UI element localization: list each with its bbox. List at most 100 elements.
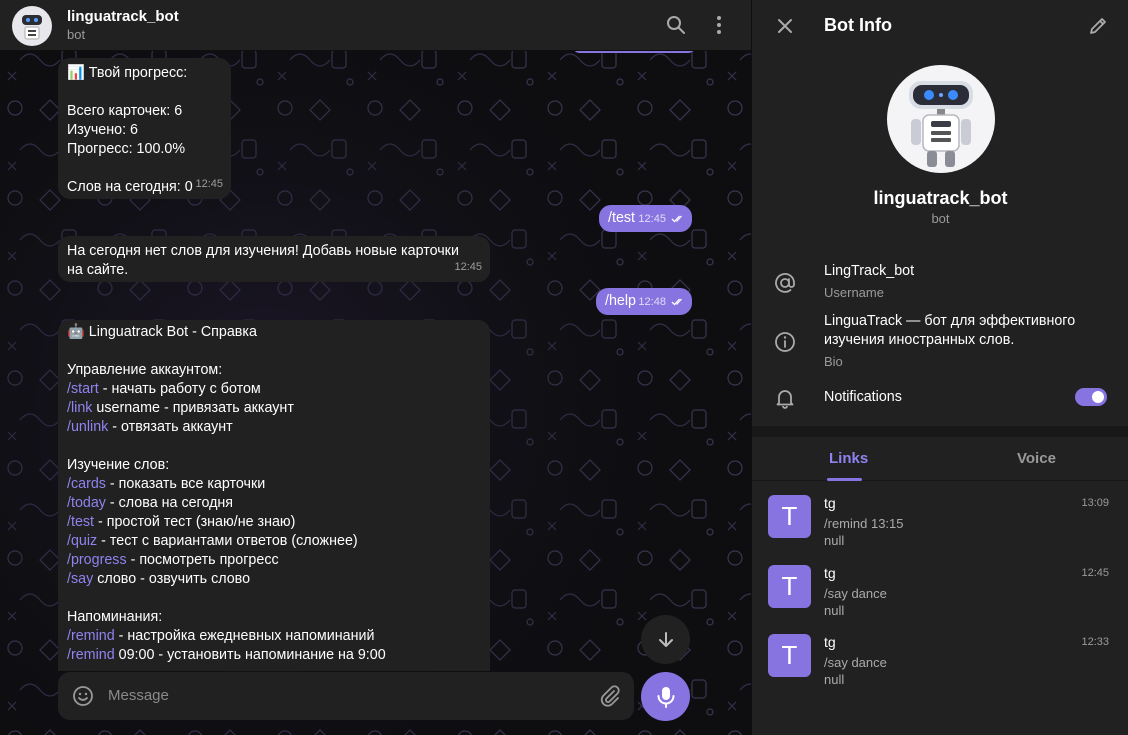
message-bubble-incoming: 📊 Твой прогресс: Всего карточек: 6 Изуче… — [58, 58, 231, 199]
chat-header: linguatrack_bot bot — [0, 0, 751, 51]
message-time: 12:45 — [195, 178, 223, 190]
command-desc: - настройка ежедневных напоминаний — [114, 628, 375, 644]
command-desc: - тест с вариантами ответов (сложнее) — [97, 533, 358, 549]
chat-title[interactable]: linguatrack_bot — [67, 8, 179, 25]
bot-name: linguatrack_bot — [873, 188, 1008, 208]
command-desc: - посмотреть прогресс — [126, 552, 279, 568]
command-desc: 09:00 - установить напоминание на 9:00 — [114, 647, 386, 663]
message-time: 12:48 — [638, 296, 666, 308]
link-url: /say dance — [824, 586, 887, 601]
message-line: Всего карточек: 6 — [67, 103, 183, 119]
more-button[interactable] — [706, 12, 732, 38]
link-time: 12:33 — [1081, 636, 1109, 648]
shared-link-item[interactable]: T tg /remind 13:15 null 13:09 — [752, 495, 1128, 565]
command-desc: - показать все карточки — [105, 476, 266, 492]
command-link[interactable]: /cards — [67, 476, 106, 492]
bio-label: Bio — [824, 354, 843, 369]
help-item: /start - начать работу с ботом — [67, 380, 481, 399]
help-item: /link username - привязать аккаунт — [67, 399, 481, 418]
at-sign-icon — [775, 272, 795, 293]
close-icon[interactable] — [772, 13, 798, 39]
link-url: /remind 13:15 — [824, 516, 904, 531]
bot-profile-photo[interactable] — [887, 65, 995, 173]
message-input[interactable]: Message — [108, 687, 169, 704]
message-bubble-incoming-help: 🤖 Linguatrack Bot - Справка Управление а… — [58, 320, 490, 671]
message-meta: 12:45 — [638, 210, 685, 229]
message-composer[interactable]: Message — [58, 672, 634, 720]
command-desc: - простой тест (знаю/не знаю) — [94, 514, 296, 530]
help-title: 🤖 Linguatrack Bot - Справка — [67, 324, 257, 340]
message-line: Прогресс: 100.0% — [67, 141, 186, 157]
help-item: /today - слова на сегодня — [67, 494, 481, 513]
tab-links[interactable]: Links — [829, 450, 868, 467]
notifications-row[interactable]: Notifications — [752, 385, 1128, 413]
command-desc: слово - озвучить слово — [93, 571, 251, 587]
double-check-icon — [671, 298, 682, 306]
command-link[interactable]: /test — [67, 514, 94, 530]
message-list[interactable]: 📊 Твой прогресс: Всего карточек: 6 Изуче… — [0, 51, 751, 671]
message-meta: 12:48 — [638, 293, 685, 312]
tab-voice[interactable]: Voice — [1017, 450, 1056, 467]
help-item: /cards - показать все карточки — [67, 475, 481, 494]
bio-row[interactable]: LinguaTrack — бот для эффективного изуче… — [752, 312, 1128, 370]
voice-record-button[interactable] — [641, 672, 690, 721]
command-link[interactable]: /today — [67, 495, 106, 511]
link-time: 13:09 — [1081, 497, 1109, 509]
command-link[interactable]: /remind — [67, 647, 115, 663]
message-line: 📊 Твой прогресс: — [67, 65, 188, 81]
help-section-heading: Управление аккаунтом: — [67, 362, 223, 378]
scroll-to-bottom-button[interactable] — [641, 615, 690, 664]
username-row[interactable]: LingTrack_bot Username — [752, 262, 1128, 306]
robot-avatar-icon — [22, 15, 42, 40]
command-desc: - отвязать аккаунт — [108, 419, 233, 435]
command-link[interactable]: /link — [67, 400, 92, 416]
shared-link-item[interactable]: T tg /say dance null 12:33 — [752, 634, 1128, 704]
shared-media-tabs: Links Voice — [752, 437, 1128, 481]
bio-value: LinguaTrack — бот для эффективного изуче… — [824, 313, 1076, 348]
search-icon — [667, 16, 685, 34]
emoji-icon[interactable] — [71, 684, 95, 708]
link-thumbnail: T — [768, 634, 811, 677]
message-line: На сегодня нет слов для изучения! Добавь… — [67, 243, 459, 259]
username-label: Username — [824, 285, 884, 300]
notifications-toggle[interactable] — [1075, 388, 1107, 406]
link-title: tg — [824, 495, 836, 511]
message-line: на сайте. — [67, 262, 129, 278]
toggle-knob — [1090, 389, 1106, 405]
help-item: /say слово - озвучить слово — [67, 570, 481, 589]
command-desc: username - привязать аккаунт — [92, 400, 294, 416]
message-text: /help — [605, 293, 637, 309]
help-section-heading: Напоминания: — [67, 609, 163, 625]
arrow-down-icon — [658, 631, 673, 647]
notifications-label: Notifications — [824, 389, 902, 405]
edit-pencil-icon[interactable] — [1085, 13, 1111, 39]
command-link[interactable]: /start — [67, 381, 99, 397]
link-title: tg — [824, 634, 836, 650]
bot-avatar[interactable] — [12, 6, 52, 46]
help-item: /test - простой тест (знаю/не знаю) — [67, 513, 481, 532]
command-link[interactable]: /unlink — [67, 419, 108, 435]
message-text: /test — [608, 210, 636, 226]
link-description: null — [824, 603, 845, 618]
bot-subtitle: bot — [931, 211, 950, 226]
double-check-icon — [671, 215, 682, 223]
command-link[interactable]: /say — [67, 571, 93, 587]
command-link[interactable]: /progress — [67, 552, 127, 568]
chat-area: linguatrack_bot bot 📊 Твой прогресс: Все… — [0, 0, 751, 735]
robot-avatar-icon — [909, 81, 973, 167]
search-button[interactable] — [663, 12, 689, 38]
chat-subtitle: bot — [67, 27, 86, 42]
message-time: 12:45 — [454, 261, 482, 273]
shared-link-item[interactable]: T tg /say dance null 12:45 — [752, 565, 1128, 635]
paperclip-icon[interactable] — [598, 684, 622, 708]
command-link[interactable]: /quiz — [67, 533, 97, 549]
section-divider — [752, 426, 1128, 437]
command-link[interactable]: /remind — [67, 628, 115, 644]
bell-icon — [776, 390, 794, 409]
help-item: /remind - настройка ежедневных напоминан… — [67, 627, 481, 646]
message-time: 12:45 — [638, 213, 666, 225]
link-thumbnail: T — [768, 565, 811, 608]
